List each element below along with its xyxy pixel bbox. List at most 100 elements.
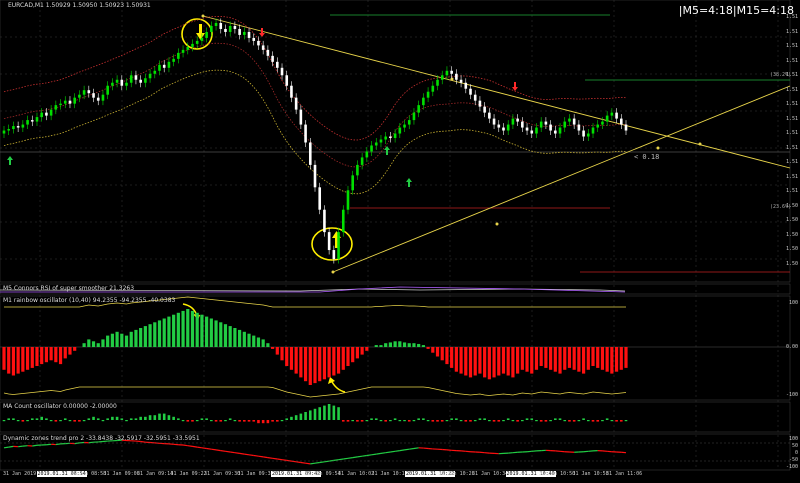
candle-body (493, 119, 496, 125)
ma-count-bar (611, 420, 614, 421)
rainbow-bar (87, 339, 90, 347)
candle-body (441, 75, 444, 79)
ma-count-bar (394, 418, 397, 420)
dynamic-segment (254, 456, 259, 457)
ma-count-bar (573, 420, 576, 422)
candle-body (563, 122, 566, 128)
rainbow-bar (587, 347, 590, 370)
candle-body (460, 80, 463, 83)
rainbow-bar (181, 311, 184, 347)
rainbow-bar (492, 347, 495, 377)
ma-count-bar (234, 420, 237, 421)
dynamic-segment (343, 458, 348, 459)
rainbow-bar (379, 345, 382, 347)
candle-body (427, 92, 430, 98)
candle-body (78, 95, 81, 98)
candle-body (488, 113, 491, 119)
dynamic-segment (291, 461, 296, 462)
rainbow-bar (422, 345, 425, 347)
candle-body (497, 125, 500, 128)
ma-count-bar (559, 418, 562, 420)
ma-count-bar (144, 417, 147, 420)
rainbow-bar (262, 339, 265, 347)
rainbow-bar (389, 342, 392, 347)
rainbow-bar (257, 338, 260, 348)
ma-count-bar (295, 415, 298, 420)
rainbow-bar (304, 347, 307, 381)
candle-body (64, 101, 67, 104)
candle-body (177, 53, 180, 59)
candle-body (545, 122, 548, 125)
time-axis-label: 31 Jan 09:06 (104, 471, 140, 477)
candle-body (234, 26, 237, 29)
candle-body (50, 110, 53, 116)
ma-count-bar (479, 418, 482, 420)
rainbow-bar (577, 347, 580, 372)
candle-body (106, 86, 109, 95)
dynamic-segment (386, 452, 391, 453)
rainbow-bar (167, 317, 170, 347)
price-axis-label: 1.51 (786, 14, 798, 20)
dynamic-segment (244, 454, 249, 455)
dynamic-segment (4, 447, 9, 448)
ma-count-bar (111, 417, 114, 420)
dynamic-segment (273, 458, 278, 459)
rainbow-bar (214, 320, 217, 347)
rainbow-bar (455, 347, 458, 372)
price-axis-label: 1.51 (786, 58, 798, 64)
rainbow-bar (280, 347, 283, 360)
ma-count-bar (554, 418, 557, 420)
price-axis-label: 1.51 (786, 43, 798, 49)
candle-body (153, 71, 156, 74)
ma-count-bar (168, 415, 171, 420)
ma-count-panel[interactable] (0, 402, 790, 432)
ma-count-bar (446, 420, 449, 421)
rainbow-bar (318, 347, 321, 381)
rainbow-axis-label: 100 (789, 300, 798, 306)
ma-count-bar (55, 420, 58, 422)
candle-body (300, 110, 303, 125)
price-axis-label: 1.51 (786, 116, 798, 122)
ma-count-bar (464, 420, 467, 422)
ma-count-bar (22, 420, 25, 422)
rainbow-bar (459, 347, 462, 374)
ma-count-bar (375, 418, 378, 420)
candle-body (422, 98, 425, 105)
rainbow-bar (243, 332, 246, 347)
candle-body (436, 80, 439, 86)
ma-count-bar (342, 420, 345, 422)
ma-count-bar (512, 420, 515, 421)
trading-chart[interactable]: EURCAD,M1 1.50929 1.50950 1.50923 1.5093… (0, 0, 800, 479)
ma-count-bar (210, 420, 213, 421)
ma-count-bar (285, 418, 288, 420)
price-axis-label: 1.50 (786, 246, 798, 252)
candle-body (526, 128, 529, 131)
ma-count-bar (248, 420, 251, 422)
trendline-dot (202, 15, 205, 18)
candle-body (257, 41, 260, 45)
ma-count-bar (587, 420, 590, 421)
ma-count-bar (606, 418, 609, 420)
rainbow-bar (177, 313, 180, 347)
candle-body (186, 47, 189, 50)
rainbow-axis-label: 0.00 (786, 344, 798, 350)
dynamic-segment (188, 446, 193, 447)
rainbow-bar (200, 315, 203, 347)
ma-count-bar (417, 418, 420, 420)
rainbow-panel[interactable] (0, 296, 790, 400)
rainbow-bar (573, 347, 576, 370)
candle-body (55, 105, 58, 109)
candle-body (295, 98, 298, 110)
ma-count-bar (370, 418, 373, 420)
chart-canvas[interactable] (0, 0, 800, 479)
rainbow-bar (276, 347, 279, 355)
ma-count-bar (601, 420, 604, 421)
rainbow-bar (610, 347, 613, 374)
ma-count-bar (389, 420, 392, 421)
rainbow-bar (313, 347, 316, 383)
dynamic-segment (362, 456, 367, 457)
rsi-title: M5 Connors RSI of super smoother 21.3263 (3, 285, 134, 292)
ma-count-bar (380, 420, 383, 421)
price-axis-label: 1.51 (786, 101, 798, 107)
candle-body (394, 134, 397, 138)
